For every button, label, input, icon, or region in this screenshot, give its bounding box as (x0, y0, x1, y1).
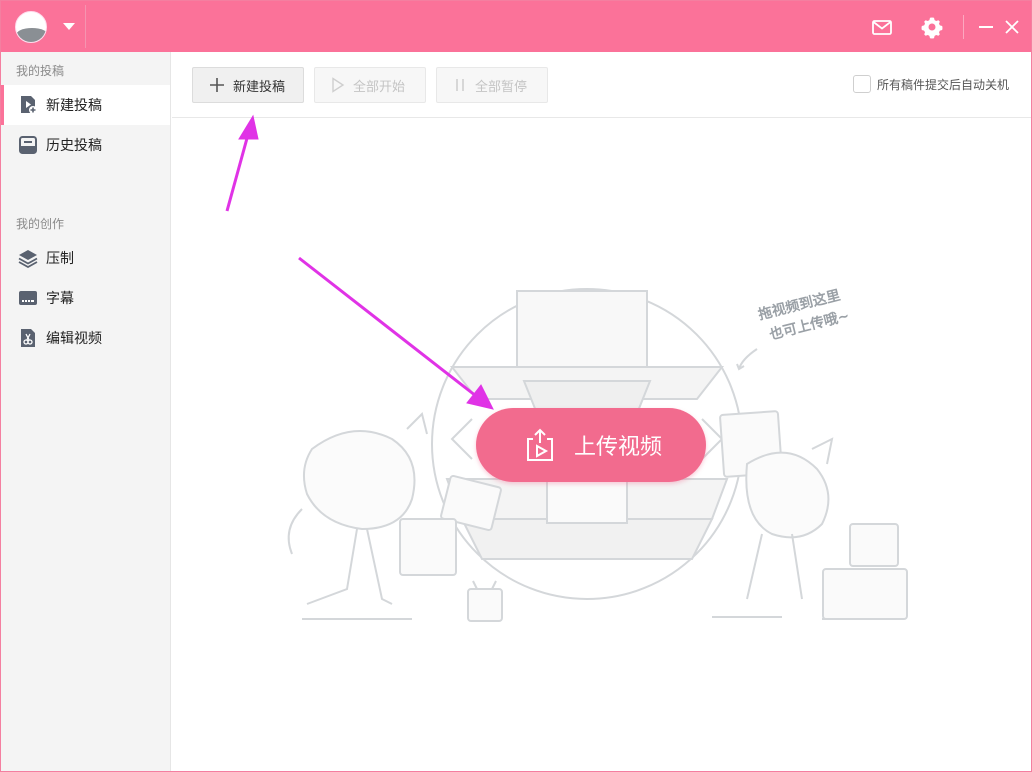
upload-video-button[interactable]: 上传视频 (476, 408, 706, 482)
sidebar-item-label: 压制 (46, 251, 74, 267)
upload-icon (527, 428, 553, 461)
history-icon (19, 136, 37, 154)
sidebar-item-history[interactable]: 历史投稿 (1, 125, 170, 165)
sidebar: 我的投稿 新建投稿 历史投稿 我的创作 压制 字幕 编辑视频 (1, 52, 171, 771)
new-upload-button[interactable]: 新建投稿 (192, 67, 304, 103)
divider (963, 15, 964, 39)
sidebar-item-subtitle[interactable]: 字幕 (1, 278, 170, 318)
subtitle-icon (19, 291, 37, 305)
sidebar-item-compress[interactable]: 压制 (1, 238, 170, 278)
sidebar-item-label: 新建投稿 (46, 98, 102, 114)
new-upload-label: 新建投稿 (233, 79, 286, 95)
chevron-down-icon[interactable] (63, 23, 75, 30)
pause-all-button[interactable]: 全部暂停 (436, 67, 548, 103)
scissors-icon (21, 329, 35, 347)
toolbar: 新建投稿 全部开始 全部暂停 所有稿件提交后自动关机 (172, 52, 1031, 118)
pause-all-label: 全部暂停 (475, 79, 528, 95)
auto-shutdown-option[interactable]: 所有稿件提交后自动关机 (853, 75, 1009, 93)
sidebar-item-new-upload[interactable]: 新建投稿 (1, 85, 170, 125)
sidebar-item-label: 编辑视频 (46, 331, 102, 347)
sidebar-item-label: 字幕 (46, 291, 74, 307)
gear-icon[interactable] (920, 15, 944, 39)
start-all-label: 全部开始 (353, 79, 406, 95)
upload-drop-zone[interactable]: 上传视频 拖视频到这里 也可上传哦~ (172, 119, 1031, 771)
play-icon (332, 77, 345, 93)
title-bar (1, 1, 1031, 52)
auto-shutdown-label: 所有稿件提交后自动关机 (877, 77, 1010, 92)
upload-video-label: 上传视频 (574, 435, 663, 460)
sidebar-item-edit-video[interactable]: 编辑视频 (1, 318, 170, 358)
mail-icon[interactable] (870, 15, 894, 39)
divider (85, 5, 86, 48)
section-label-my-uploads: 我的投稿 (16, 64, 65, 78)
pause-icon (456, 79, 464, 91)
start-all-button[interactable]: 全部开始 (314, 67, 426, 103)
layers-icon (18, 250, 38, 268)
avatar[interactable] (15, 11, 47, 43)
app-window: 我的投稿 新建投稿 历史投稿 我的创作 压制 字幕 编辑视频 新建投稿 全部开始… (0, 0, 1032, 772)
new-upload-icon (21, 96, 37, 114)
auto-shutdown-checkbox[interactable] (853, 75, 871, 93)
section-label-my-creations: 我的创作 (16, 217, 65, 231)
plus-icon (210, 78, 224, 92)
minimize-icon[interactable] (979, 26, 993, 28)
sidebar-item-label: 历史投稿 (46, 138, 102, 154)
close-icon[interactable] (1003, 18, 1021, 36)
